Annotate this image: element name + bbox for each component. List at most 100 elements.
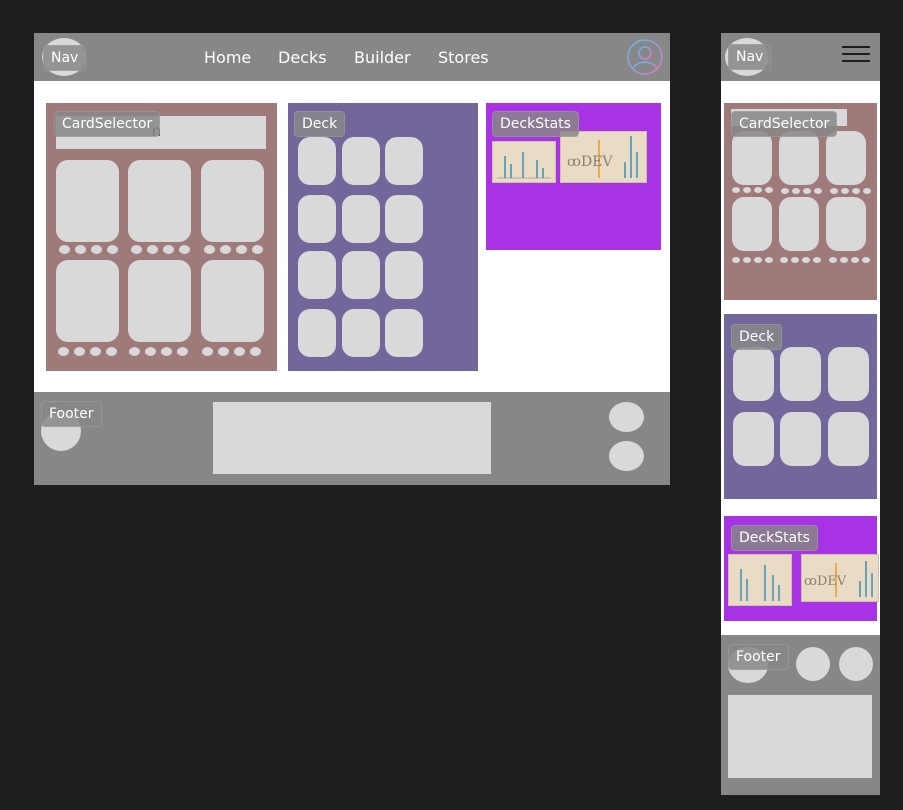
footer-label: Footer bbox=[41, 401, 102, 427]
nav-link-builder[interactable]: Builder bbox=[354, 48, 411, 67]
nav-label: Nav bbox=[43, 45, 87, 71]
card-slot[interactable] bbox=[826, 197, 866, 251]
deck-stats-label: DeckStats bbox=[492, 111, 579, 137]
card-pip bbox=[220, 245, 231, 254]
card-pip bbox=[252, 245, 263, 254]
card-pip bbox=[802, 257, 810, 263]
card-slot[interactable] bbox=[56, 160, 119, 242]
card-slot[interactable] bbox=[128, 160, 191, 242]
card-slot[interactable] bbox=[128, 260, 191, 342]
footer-social-button[interactable] bbox=[609, 402, 644, 432]
deck-card-slot[interactable] bbox=[828, 412, 869, 466]
card-selector-label: CardSelector bbox=[54, 111, 161, 137]
card-pip bbox=[863, 188, 871, 194]
deck-card-slot[interactable] bbox=[342, 309, 380, 357]
deck-card-slot[interactable] bbox=[733, 347, 774, 401]
card-pip bbox=[803, 188, 811, 194]
deck-card-slot[interactable] bbox=[385, 195, 423, 243]
stats-thumbnail-image: ꝏDEV bbox=[560, 131, 647, 183]
deck-stats-label: DeckStats bbox=[731, 525, 818, 551]
card-slot[interactable] bbox=[779, 197, 819, 251]
card-pip bbox=[236, 245, 247, 254]
card-slot[interactable] bbox=[779, 131, 819, 185]
card-pip bbox=[234, 347, 245, 356]
card-slot[interactable] bbox=[201, 160, 264, 242]
nav-link-decks[interactable]: Decks bbox=[278, 48, 327, 67]
footer-social-button[interactable] bbox=[839, 647, 873, 681]
card-pip bbox=[90, 347, 101, 356]
deck-card-slot[interactable] bbox=[342, 195, 380, 243]
card-pip bbox=[732, 187, 740, 193]
hamburger-menu-icon[interactable] bbox=[842, 41, 870, 67]
card-pip bbox=[131, 245, 142, 254]
card-pip bbox=[58, 347, 69, 356]
card-slot[interactable] bbox=[201, 260, 264, 342]
card-pip bbox=[754, 187, 762, 193]
card-pip bbox=[732, 257, 740, 263]
card-pip bbox=[765, 257, 773, 263]
card-pip bbox=[163, 245, 174, 254]
deck-card-slot[interactable] bbox=[298, 251, 336, 299]
nav-link-home[interactable]: Home bbox=[204, 48, 251, 67]
deck-stats-panel: ꝏDEV DeckStats bbox=[724, 516, 879, 621]
card-selector-label: CardSelector bbox=[731, 111, 838, 137]
deck-card-slot[interactable] bbox=[733, 412, 774, 466]
footer-social-button[interactable] bbox=[609, 441, 644, 471]
deck-card-slot[interactable] bbox=[342, 251, 380, 299]
deck-card-slot[interactable] bbox=[780, 347, 821, 401]
card-slot[interactable] bbox=[56, 260, 119, 342]
deck-card-slot[interactable] bbox=[385, 137, 423, 185]
card-slot[interactable] bbox=[732, 197, 772, 251]
card-pip bbox=[743, 187, 751, 193]
card-pip bbox=[107, 245, 118, 254]
stats-thumbnail-image: ꝏDEV bbox=[801, 554, 879, 602]
footer-content-placeholder bbox=[728, 695, 872, 778]
card-pip bbox=[813, 257, 821, 263]
card-selector-panel: n CardSelector bbox=[46, 103, 277, 371]
card-pip bbox=[743, 257, 751, 263]
card-pip bbox=[250, 347, 261, 356]
card-pip bbox=[74, 347, 85, 356]
card-pip bbox=[781, 188, 789, 194]
desktop-nav: Nav Home Decks Builder Stores bbox=[34, 33, 670, 81]
card-pip bbox=[179, 245, 190, 254]
deck-card-slot[interactable] bbox=[385, 309, 423, 357]
mobile-nav: Nav bbox=[721, 33, 880, 81]
card-pip bbox=[177, 347, 188, 356]
card-pip bbox=[161, 347, 172, 356]
footer-content-placeholder bbox=[213, 402, 491, 474]
card-pip bbox=[814, 188, 822, 194]
profile-icon[interactable] bbox=[626, 38, 664, 76]
card-pip bbox=[791, 257, 799, 263]
card-pip bbox=[147, 245, 158, 254]
desktop-footer: Footer bbox=[34, 392, 670, 485]
nav-label: Nav bbox=[728, 44, 772, 70]
card-slot[interactable] bbox=[826, 131, 866, 185]
card-pip bbox=[862, 257, 870, 263]
deck-card-slot[interactable] bbox=[298, 137, 336, 185]
card-pip bbox=[852, 188, 860, 194]
card-pip bbox=[851, 257, 859, 263]
card-pip bbox=[754, 257, 762, 263]
card-pip bbox=[841, 188, 849, 194]
deck-card-slot[interactable] bbox=[385, 251, 423, 299]
deck-panel: Deck bbox=[288, 103, 478, 371]
deck-card-slot[interactable] bbox=[298, 195, 336, 243]
card-pip bbox=[829, 257, 837, 263]
deck-card-slot[interactable] bbox=[342, 137, 380, 185]
deck-card-slot[interactable] bbox=[298, 309, 336, 357]
nav-link-stores[interactable]: Stores bbox=[438, 48, 489, 67]
card-pip bbox=[792, 188, 800, 194]
mobile-frame: Nav CardSelector Deck ꝏDEV DeckStats Foo… bbox=[721, 33, 880, 795]
footer-social-button[interactable] bbox=[796, 647, 830, 681]
card-pip bbox=[780, 257, 788, 263]
deck-card-slot[interactable] bbox=[780, 412, 821, 466]
card-pip bbox=[830, 188, 838, 194]
footer-label: Footer bbox=[728, 644, 789, 670]
card-slot[interactable] bbox=[732, 131, 772, 185]
card-selector-panel: CardSelector bbox=[724, 103, 877, 300]
card-pip bbox=[145, 347, 156, 356]
deck-card-slot[interactable] bbox=[828, 347, 869, 401]
desktop-frame: Nav Home Decks Builder Stores n CardSele… bbox=[34, 33, 670, 485]
svg-text:ꝏDEV: ꝏDEV bbox=[804, 574, 847, 589]
